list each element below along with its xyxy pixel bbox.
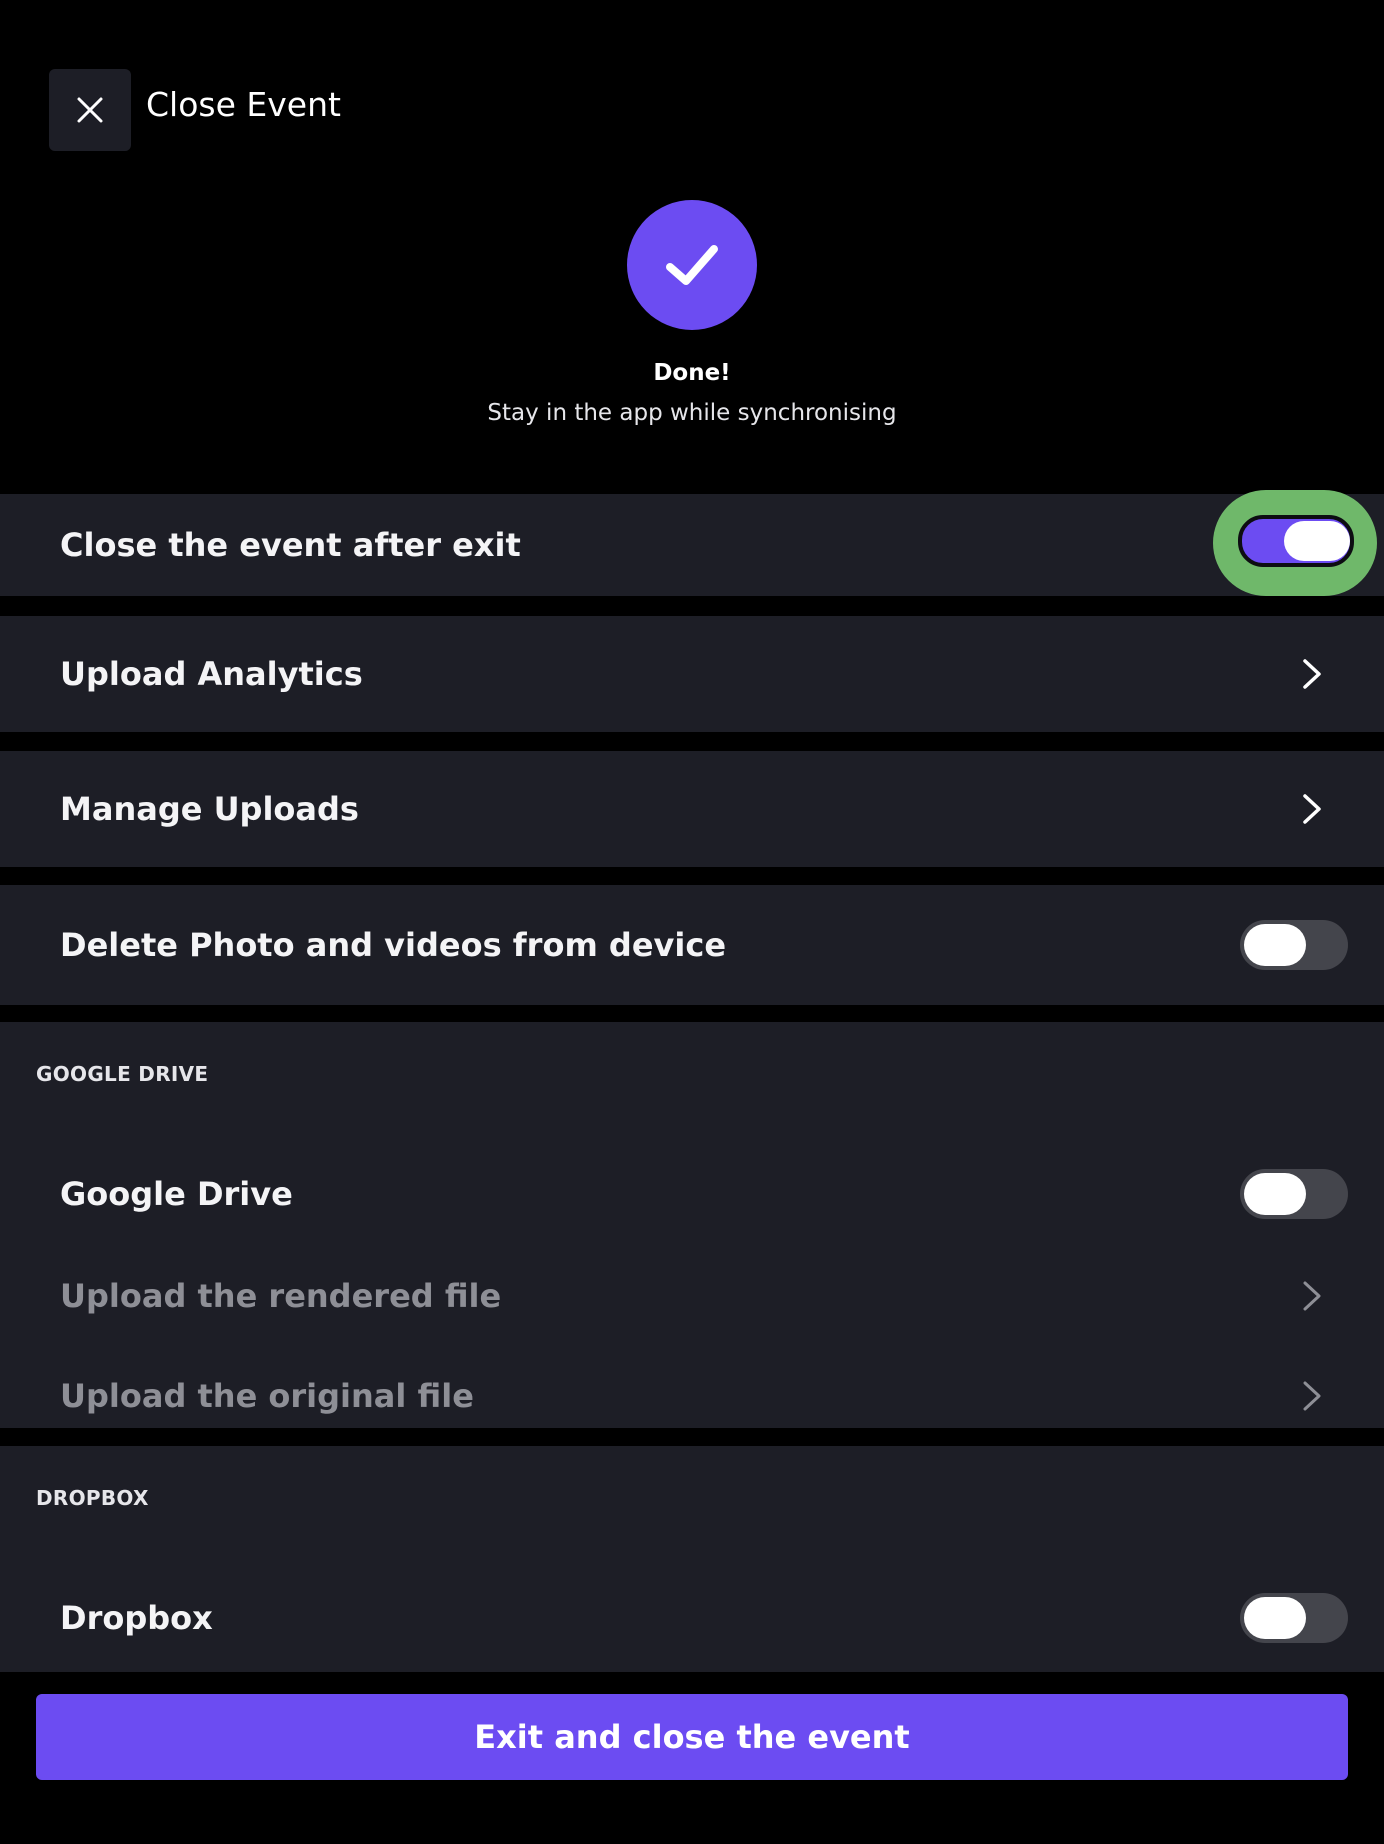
- chevron-right-icon: [1300, 791, 1324, 827]
- check-icon: [666, 245, 718, 285]
- toggle-knob: [1244, 924, 1306, 966]
- chevron-right-icon: [1300, 1378, 1324, 1414]
- close-after-exit-label: Close the event after exit: [60, 526, 521, 564]
- delete-media-row: Delete Photo and videos from device: [0, 885, 1384, 1005]
- manage-uploads-label: Manage Uploads: [60, 790, 359, 828]
- close-button[interactable]: [49, 69, 131, 151]
- google-drive-row: Google Drive: [0, 1142, 1384, 1246]
- upload-rendered-file-label: Upload the rendered file: [60, 1277, 502, 1315]
- dropbox-toggle[interactable]: [1240, 1593, 1348, 1643]
- status-panel: Done! Stay in the app while synchronisin…: [0, 200, 1384, 428]
- success-badge: [627, 200, 757, 330]
- upload-original-file-row[interactable]: Upload the original file: [0, 1346, 1384, 1446]
- status-title: Done!: [653, 360, 731, 386]
- header: Close Event: [0, 0, 1384, 180]
- page-title: Close Event: [146, 85, 341, 124]
- toggle-knob: [1284, 521, 1350, 561]
- chevron-right-icon: [1300, 1278, 1324, 1314]
- upload-analytics-row[interactable]: Upload Analytics: [0, 616, 1384, 732]
- upload-original-file-label: Upload the original file: [60, 1377, 474, 1415]
- google-drive-section-label: GOOGLE DRIVE: [36, 1062, 209, 1086]
- status-subtitle: Stay in the app while synchronising: [487, 400, 897, 426]
- chevron-right-icon: [1300, 656, 1324, 692]
- google-drive-section: GOOGLE DRIVE Google Drive Upload the ren…: [0, 1022, 1384, 1428]
- toggle-knob: [1244, 1597, 1306, 1639]
- exit-and-close-button[interactable]: Exit and close the event: [36, 1694, 1348, 1780]
- close-after-exit-toggle[interactable]: [1238, 515, 1354, 567]
- google-drive-label: Google Drive: [60, 1175, 293, 1213]
- close-icon: [77, 97, 103, 123]
- exit-button-label: Exit and close the event: [474, 1718, 910, 1756]
- dropbox-label: Dropbox: [60, 1599, 213, 1637]
- google-drive-toggle[interactable]: [1240, 1169, 1348, 1219]
- close-after-exit-row: Close the event after exit: [0, 490, 1384, 596]
- dropbox-section-label: DROPBOX: [36, 1486, 149, 1510]
- upload-rendered-file-row[interactable]: Upload the rendered file: [0, 1246, 1384, 1346]
- toggle-knob: [1244, 1173, 1306, 1215]
- dropbox-section: DROPBOX Dropbox: [0, 1446, 1384, 1672]
- dropbox-row: Dropbox: [0, 1566, 1384, 1670]
- manage-uploads-row[interactable]: Manage Uploads: [0, 751, 1384, 867]
- delete-media-toggle[interactable]: [1240, 920, 1348, 970]
- delete-media-label: Delete Photo and videos from device: [60, 926, 727, 964]
- upload-analytics-label: Upload Analytics: [60, 655, 363, 693]
